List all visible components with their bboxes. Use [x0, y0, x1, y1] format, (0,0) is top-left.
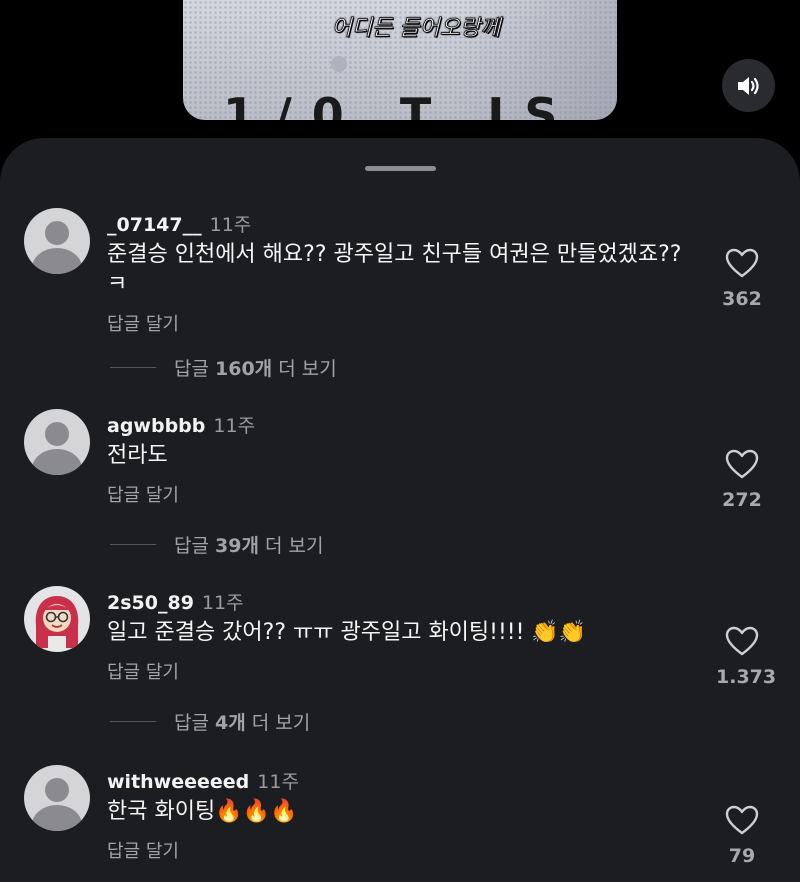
view-replies-button[interactable]: 답글 39개 더 보기 [110, 531, 323, 558]
reply-button[interactable]: 답글 달기 [107, 310, 179, 336]
comment-username[interactable]: _07147__ [107, 214, 202, 236]
view-replies-count: 160개 [215, 358, 273, 380]
like-count: 272 [722, 489, 762, 511]
jersey-button [331, 56, 347, 72]
comment-meta: 2s50_89 11주 [107, 588, 244, 615]
like-count: 362 [722, 288, 762, 310]
comment-text: 일고 준결승 갔어?? ㅠㅠ 광주일고 화이팅!!!! 👏👏 [107, 620, 587, 645]
comment-meta: _07147__ 11주 [107, 210, 251, 237]
like-group: 362 [716, 248, 768, 310]
like-group: 1.373 [716, 626, 777, 688]
comment-time: 11주 [201, 592, 244, 614]
sound-button[interactable] [722, 59, 775, 112]
view-replies-count: 39개 [215, 535, 259, 557]
video-caption: 어디든 들어오랑께 [331, 16, 501, 42]
video-area[interactable]: 1/0 T IS 어디든 들어오랑께 [0, 0, 800, 150]
heart-icon[interactable] [725, 805, 759, 835]
comment-text: 한국 화이팅🔥🔥🔥 [107, 799, 298, 824]
reply-button[interactable]: 답글 달기 [107, 837, 179, 863]
view-replies-suffix: 더 보기 [264, 535, 324, 557]
avatar[interactable] [24, 208, 90, 274]
avatar-shoulders-shape [32, 248, 82, 274]
view-replies-count: 4개 [215, 712, 246, 734]
avatar-shoulders-shape [32, 449, 82, 475]
view-replies-prefix: 답글 [174, 358, 209, 380]
comment-username[interactable]: withweeeeed [107, 771, 249, 793]
view-replies-button[interactable]: 답글 160개 더 보기 [110, 354, 337, 381]
comments-sheet: _07147__ 11주 준결승 인천에서 해요?? 광주일고 친구들 여권은 만… [0, 138, 800, 882]
avatar-shoulders-shape [32, 805, 82, 831]
avatar[interactable] [24, 765, 90, 831]
heart-icon[interactable] [725, 248, 759, 278]
comment-time: 11주 [257, 771, 299, 793]
drag-handle[interactable] [365, 166, 436, 171]
comment-time: 11주 [213, 415, 256, 437]
divider-line [110, 721, 156, 722]
heart-icon[interactable] [725, 626, 759, 656]
reply-button[interactable]: 답글 달기 [107, 481, 179, 507]
avatar-head-shape [45, 778, 69, 802]
cartoon-avatar-icon [35, 596, 79, 650]
reply-button[interactable]: 답글 달기 [107, 658, 179, 684]
video-thumbnail[interactable]: 1/0 T IS 어디든 들어오랑께 [183, 0, 617, 120]
like-count: 1.373 [716, 666, 777, 688]
avatar[interactable] [24, 586, 90, 652]
comment-time: 11주 [209, 214, 252, 236]
divider-line [110, 544, 156, 545]
comment-username[interactable]: 2s50_89 [107, 592, 194, 614]
divider-line [110, 367, 156, 368]
view-replies-suffix: 더 보기 [251, 712, 311, 734]
view-replies-prefix: 답글 [174, 712, 209, 734]
avatar[interactable] [24, 409, 90, 475]
comment-meta: withweeeeed 11주 [107, 767, 299, 794]
like-group: 79 [716, 805, 768, 867]
jersey-lettering: 1/0 T IS [223, 88, 578, 120]
comment-text: 준결승 인천에서 해요?? 광주일고 친구들 여권은 만들었겠죠?? ㅋ [107, 242, 682, 297]
view-replies-prefix: 답글 [174, 535, 209, 557]
comment-text: 전라도 [107, 443, 168, 468]
avatar-head-shape [45, 221, 69, 245]
heart-icon[interactable] [725, 449, 759, 479]
comment-meta: agwbbbb 11주 [107, 411, 255, 438]
avatar-head-shape [45, 422, 69, 446]
speaker-icon [737, 76, 759, 95]
view-replies-suffix: 더 보기 [278, 358, 337, 380]
view-replies-button[interactable]: 답글 4개 더 보기 [110, 708, 310, 735]
like-count: 79 [728, 845, 756, 867]
comment-username[interactable]: agwbbbb [107, 415, 205, 437]
like-group: 272 [716, 449, 768, 511]
